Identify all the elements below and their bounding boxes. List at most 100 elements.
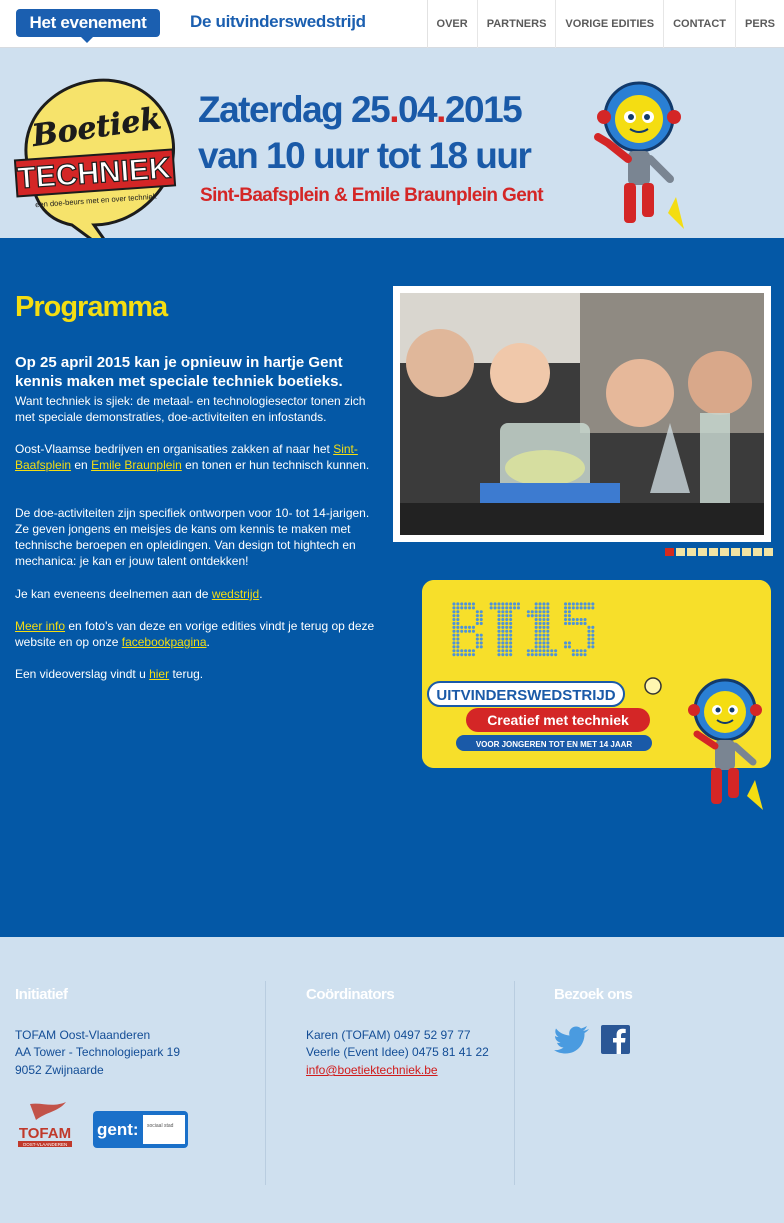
tofam-logo[interactable]: TOFAM OOST-VLAANDEREN [16,1098,74,1148]
footer-title-initiatief: Initiatief [15,986,68,1003]
text: Je kan eveneens deelnemen aan de [15,587,212,601]
date-month: 04 [397,89,438,130]
text: Een videoverslag vindt u [15,667,150,681]
bt15-dot [475,645,479,649]
bt15-dot [456,621,460,625]
bt15-dot [452,602,456,606]
bt15-dot [587,625,591,629]
bt15-dot [479,618,483,622]
bt15-dot [464,606,468,610]
slider-dot[interactable] [709,548,718,556]
menu-item-vorige-edities[interactable]: VORIGE EDITIES [556,0,665,48]
bt15-dot [475,641,479,645]
footer-title-coordinators: Coördinators [306,986,395,1003]
robot-mascot-icon [688,678,763,810]
photo-slider[interactable] [393,286,771,542]
bt15-dot [591,641,595,645]
slider-dot[interactable] [687,548,696,556]
bt15-dot [501,641,505,645]
bt15-dot [475,637,479,641]
footer-address-line: TOFAM Oost-Vlaanderen [15,1028,151,1042]
twitter-icon[interactable] [554,1025,590,1055]
bt15-dot [550,653,554,657]
paragraph-doe-activiteiten: De doe-activiteiten zijn specifiek ontwo… [15,506,370,568]
bt15-dot [452,649,456,653]
paragraph-techniek: Want techniek is sjiek: de metaal- en te… [15,394,366,424]
event-place: Sint-Baafsplein & Emile Braunplein Gent [200,185,544,206]
bt15-dot [452,653,456,657]
footer-address-line: 9052 Zwijnaarde [15,1063,104,1077]
bt15-dot [471,649,475,653]
footer-address-line: AA Tower - Technologiepark 19 [15,1045,180,1059]
bt15-dot [452,629,456,633]
intro-lead: Op 25 april 2015 kan je opnieuw in hartj… [15,354,343,390]
footer-divider [514,981,515,1185]
bt15-dot [534,649,538,653]
bt15-dot [464,629,468,633]
bt15-dot [542,645,546,649]
menu-item-partners[interactable]: PARTNERS [478,0,557,48]
bt15-dot [587,641,591,645]
tofam-logo-text: TOFAM [19,1125,71,1142]
bt15-dot [475,610,479,614]
menu-item-contact[interactable]: CONTACT [664,0,737,48]
bt15-dot [479,645,483,649]
bt15-dot [460,602,464,606]
tab-uitvinderswedstrijd[interactable]: De uitvinderswedstrijd [190,12,366,32]
bt15-dot [542,641,546,645]
bt15-dot [497,629,501,633]
footer-email-link[interactable]: info@boetiektechniek.be [306,1063,438,1077]
bt15-dot [452,610,456,614]
bt15-label-creatief: Creatief met techniek [487,712,629,728]
bt15-dot [464,625,468,629]
link-meer-info[interactable]: Meer info [15,619,65,633]
bt15-dot [468,649,472,653]
bt15-dot [534,641,538,645]
bt15-dot [505,633,509,637]
text: Oost-Vlaamse bedrijven en organisaties z… [15,442,334,456]
bt15-dot [456,653,460,657]
menu-item-over[interactable]: OVER [428,0,478,48]
bt15-dot [534,629,538,633]
slider-dot[interactable] [698,548,707,556]
slider-dot[interactable] [720,548,729,556]
slider-dot[interactable] [676,548,685,556]
bt15-dot [497,649,501,653]
bt15-title: BT15 [487,580,648,624]
bt15-dot [471,625,475,629]
date-year: 2015 [444,89,523,130]
link-wedstrijd[interactable]: wedstrijd [212,587,259,601]
bt15-dot [587,633,591,637]
bt15-dot [479,641,483,645]
bt15-dot [468,606,472,610]
bt15-dot [475,621,479,625]
bt15-dot [571,649,575,653]
bt15-dot [505,625,509,629]
facebook-icon[interactable] [601,1025,630,1054]
gent-logo[interactable]: gent: sociaal stad [93,1111,188,1148]
paragraph-bedrijven: Oost-Vlaamse bedrijven en organisaties z… [15,441,375,473]
event-date: Zaterdag 25.04.2015 [198,89,523,131]
date-prefix: Zaterdag 25 [198,89,391,130]
bt15-dot [452,633,456,637]
bt15-dot [479,621,483,625]
bt15-dot [509,637,513,641]
slider-dot[interactable] [764,548,773,556]
slider-dot[interactable] [753,548,762,556]
bt15-dot [546,637,550,641]
menu-item-pers[interactable]: PERS [736,0,784,48]
link-emile-braunplein[interactable]: Emile Braunplein [91,458,182,472]
bt15-dot [497,641,501,645]
bt15-dot [542,629,546,633]
link-hier[interactable]: hier [149,667,169,681]
link-facebookpagina[interactable]: facebookpagina [122,635,207,649]
bt15-dot [456,637,460,641]
slider-dot[interactable] [665,548,674,556]
bt15-dot [468,625,472,629]
bt15-dot [538,649,542,653]
tab-het-evenement[interactable]: Het evenement [16,9,160,43]
slider-dot[interactable] [731,548,740,556]
slider-dot[interactable] [742,548,751,556]
robot-mascot-icon [594,81,684,229]
bt15-dot [456,610,460,614]
